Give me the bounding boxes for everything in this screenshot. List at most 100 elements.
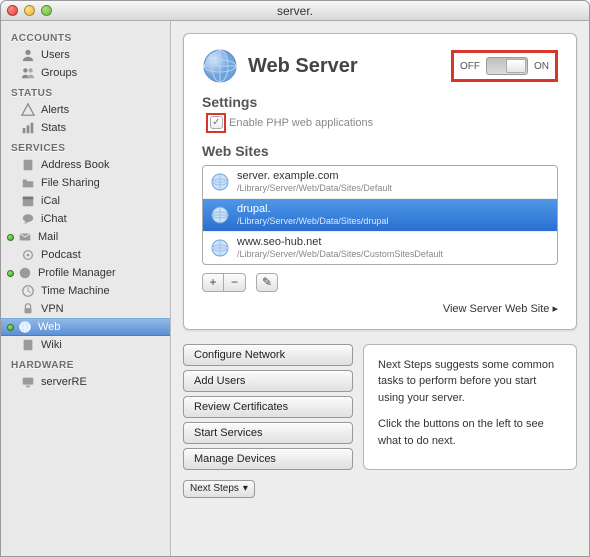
sidebar-item-label: Time Machine bbox=[41, 285, 110, 297]
sidebar-section-status: STATUS bbox=[1, 82, 170, 101]
globe-icon bbox=[18, 320, 32, 334]
settings-heading: Settings bbox=[202, 94, 558, 110]
sidebar-item-ical[interactable]: iCal bbox=[1, 192, 170, 210]
sidebar-item-label: serverRE bbox=[41, 376, 87, 388]
sidebar-item-podcast[interactable]: Podcast bbox=[1, 246, 170, 264]
site-name: www.seo-hub.net bbox=[237, 236, 443, 249]
site-path: /Library/Server/Web/Data/Sites/Default bbox=[237, 183, 392, 194]
sidebar-item-label: Stats bbox=[41, 122, 66, 134]
view-server-website-link[interactable]: View Server Web Site ▸ bbox=[202, 302, 558, 315]
site-row[interactable]: drupal. /Library/Server/Web/Data/Sites/d… bbox=[203, 199, 557, 232]
sidebar-item-label: Users bbox=[41, 49, 70, 61]
next-steps-label: Next Steps bbox=[190, 483, 239, 494]
add-users-button[interactable]: Add Users bbox=[183, 370, 353, 392]
switch-on-label: ON bbox=[534, 61, 549, 72]
sidebar-item-alerts[interactable]: Alerts bbox=[1, 101, 170, 119]
profile-icon bbox=[18, 266, 32, 280]
sidebar-item-label: Web bbox=[38, 321, 60, 333]
sidebar-item-mail[interactable]: Mail bbox=[1, 228, 170, 246]
add-site-button[interactable]: + bbox=[202, 273, 224, 292]
sidebar-item-label: Podcast bbox=[41, 249, 81, 261]
service-toggle[interactable] bbox=[486, 57, 528, 75]
next-steps-info: Next Steps suggests some common tasks to… bbox=[363, 344, 577, 470]
sidebar-item-web[interactable]: Web bbox=[1, 318, 170, 336]
sidebar-item-label: Profile Manager bbox=[38, 267, 116, 279]
websites-list: server. example.com /Library/Server/Web/… bbox=[202, 165, 558, 265]
window-title: server. bbox=[277, 4, 313, 18]
folder-icon bbox=[21, 176, 35, 190]
sidebar-item-label: Mail bbox=[38, 231, 58, 243]
sidebar-item-time-machine[interactable]: Time Machine bbox=[1, 282, 170, 300]
site-row[interactable]: www.seo-hub.net /Library/Server/Web/Data… bbox=[203, 232, 557, 264]
next-steps-text-1: Next Steps suggests some common tasks to… bbox=[378, 357, 562, 407]
sidebar-item-label: iCal bbox=[41, 195, 60, 207]
zoom-window-button[interactable] bbox=[41, 5, 52, 16]
close-window-button[interactable] bbox=[7, 5, 18, 16]
status-dot-icon bbox=[7, 270, 14, 277]
sidebar-item-ichat[interactable]: iChat bbox=[1, 210, 170, 228]
sidebar-item-label: Alerts bbox=[41, 104, 69, 116]
clock-icon bbox=[21, 284, 35, 298]
configure-network-button[interactable]: Configure Network bbox=[183, 344, 353, 366]
chevron-down-icon: ▾ bbox=[243, 483, 248, 494]
status-dot-icon bbox=[7, 324, 14, 331]
address-book-icon bbox=[21, 158, 35, 172]
sidebar-item-users[interactable]: Users bbox=[1, 46, 170, 64]
globe-icon bbox=[211, 173, 229, 191]
stats-icon bbox=[21, 121, 35, 135]
sidebar-item-profile-manager[interactable]: Profile Manager bbox=[1, 264, 170, 282]
titlebar: server. bbox=[1, 1, 589, 21]
sidebar-section-services: SERVICES bbox=[1, 137, 170, 156]
sidebar-item-label: Groups bbox=[41, 67, 77, 79]
site-name: server. example.com bbox=[237, 170, 392, 183]
next-steps-button[interactable]: Next Steps ▾ bbox=[183, 480, 255, 498]
sidebar-item-label: Address Book bbox=[41, 159, 109, 171]
globe-icon bbox=[211, 206, 229, 224]
sidebar-item-groups[interactable]: Groups bbox=[1, 64, 170, 82]
sidebar-item-file-sharing[interactable]: File Sharing bbox=[1, 174, 170, 192]
sidebar-item-label: Wiki bbox=[41, 339, 62, 351]
user-icon bbox=[21, 48, 35, 62]
sidebar-item-stats[interactable]: Stats bbox=[1, 119, 170, 137]
remove-site-button[interactable]: − bbox=[224, 273, 246, 292]
wiki-icon bbox=[21, 338, 35, 352]
checkbox-highlight bbox=[206, 113, 226, 133]
start-services-button[interactable]: Start Services bbox=[183, 422, 353, 444]
next-steps-text-2: Click the buttons on the left to see wha… bbox=[378, 416, 562, 449]
sidebar-item-vpn[interactable]: VPN bbox=[1, 300, 170, 318]
sidebar-section-accounts: ACCOUNTS bbox=[1, 27, 170, 46]
on-off-switch-highlight: OFF ON bbox=[451, 50, 558, 82]
sidebar-item-server[interactable]: serverRE bbox=[1, 373, 170, 391]
globe-large-icon bbox=[202, 48, 238, 84]
sidebar: ACCOUNTS Users Groups STATUS Alerts Stat… bbox=[1, 21, 171, 556]
mail-icon bbox=[18, 230, 32, 244]
switch-off-label: OFF bbox=[460, 61, 480, 72]
panel-title: Web Server bbox=[248, 55, 358, 78]
sidebar-item-label: iChat bbox=[41, 213, 67, 225]
edit-site-button[interactable]: ✎ bbox=[256, 273, 278, 292]
sidebar-item-label: VPN bbox=[41, 303, 64, 315]
sidebar-item-label: File Sharing bbox=[41, 177, 100, 189]
site-path: /Library/Server/Web/Data/Sites/CustomSit… bbox=[237, 249, 443, 260]
enable-php-label: Enable PHP web applications bbox=[229, 117, 373, 129]
websites-heading: Web Sites bbox=[202, 143, 558, 159]
site-path: /Library/Server/Web/Data/Sites/drupal bbox=[237, 216, 388, 227]
group-icon bbox=[21, 66, 35, 80]
sidebar-section-hardware: HARDWARE bbox=[1, 354, 170, 373]
review-certificates-button[interactable]: Review Certificates bbox=[183, 396, 353, 418]
status-dot-icon bbox=[7, 234, 14, 241]
sidebar-item-address-book[interactable]: Address Book bbox=[1, 156, 170, 174]
site-name: drupal. bbox=[237, 203, 388, 216]
site-row[interactable]: server. example.com /Library/Server/Web/… bbox=[203, 166, 557, 199]
calendar-icon bbox=[21, 194, 35, 208]
minimize-window-button[interactable] bbox=[24, 5, 35, 16]
main-panel: Web Server OFF ON Settings ✓ Enable PHP … bbox=[183, 33, 577, 330]
chat-icon bbox=[21, 212, 35, 226]
podcast-icon bbox=[21, 248, 35, 262]
globe-icon bbox=[211, 239, 229, 257]
alert-icon bbox=[21, 103, 35, 117]
manage-devices-button[interactable]: Manage Devices bbox=[183, 448, 353, 470]
vpn-icon bbox=[21, 302, 35, 316]
display-icon bbox=[21, 375, 35, 389]
sidebar-item-wiki[interactable]: Wiki bbox=[1, 336, 170, 354]
